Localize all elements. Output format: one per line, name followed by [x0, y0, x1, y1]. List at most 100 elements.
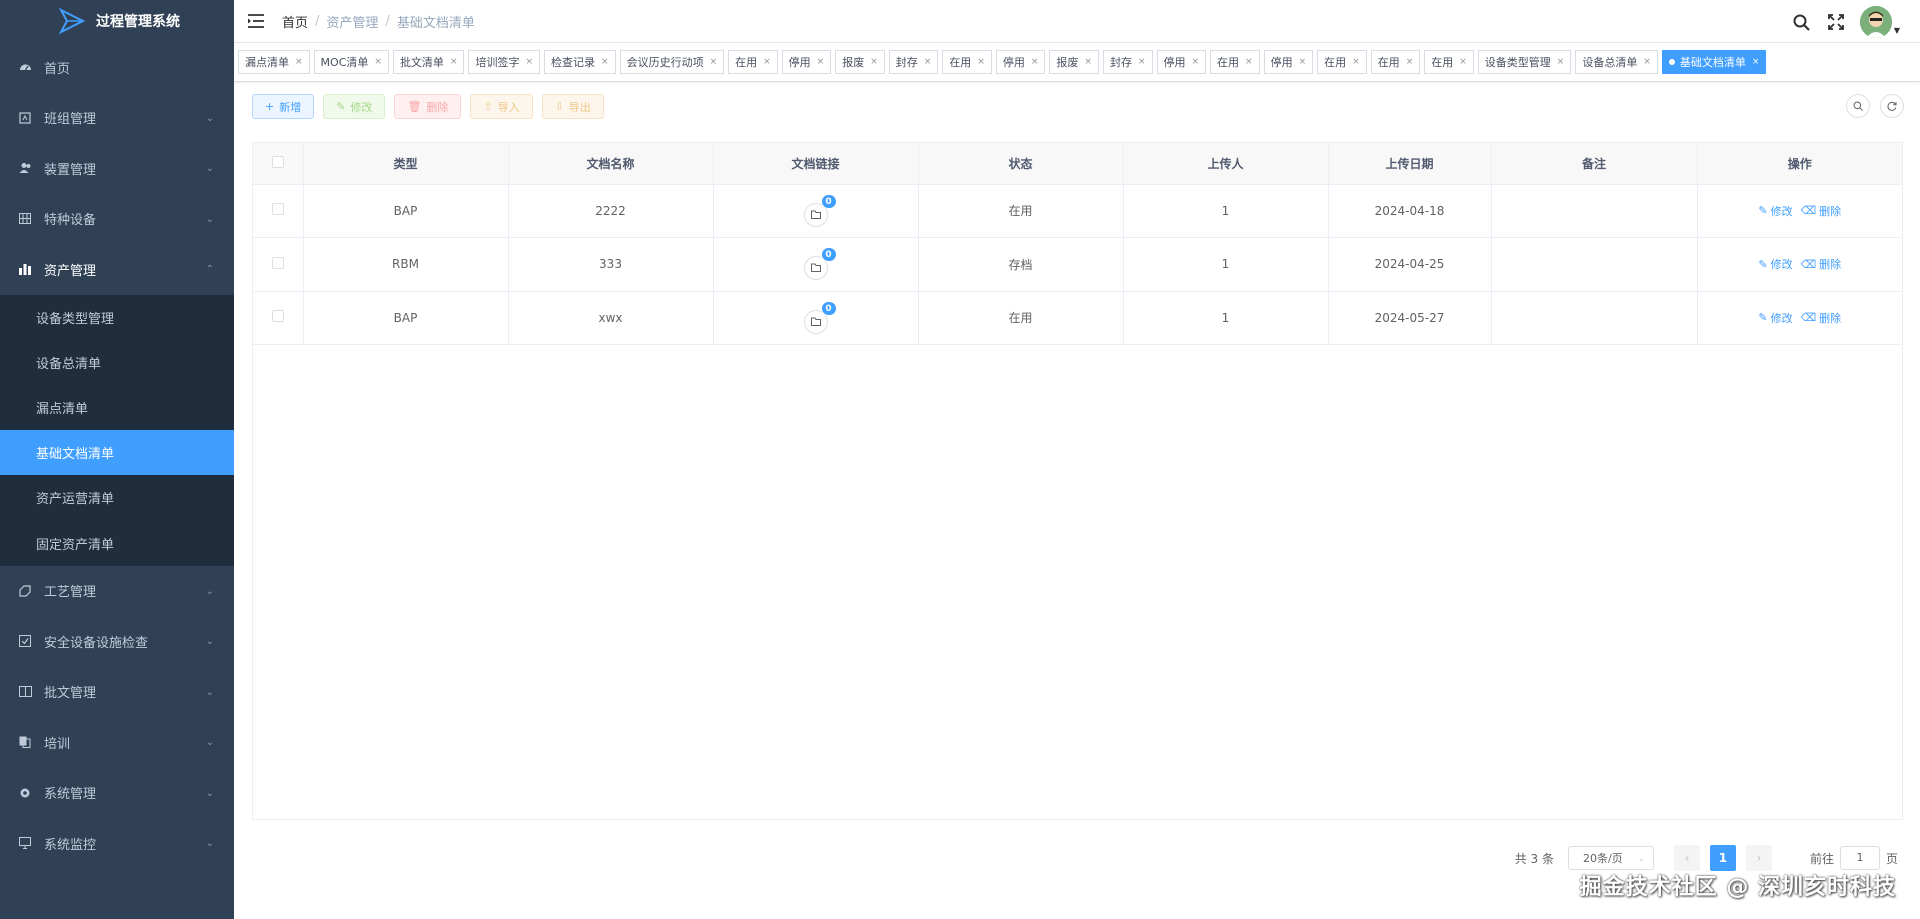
- row-checkbox[interactable]: [271, 310, 284, 323]
- close-icon[interactable]: ×: [977, 57, 985, 67]
- tag-item[interactable]: 设备类型管理 ×: [1477, 50, 1572, 74]
- close-icon[interactable]: ×: [601, 57, 609, 67]
- row-select-cell[interactable]: [253, 184, 304, 238]
- add-button[interactable]: + 新增: [252, 94, 315, 119]
- tag-item[interactable]: MOC清单 ×: [313, 50, 389, 74]
- sidebar-item-device[interactable]: 装置管理 ⌄: [0, 143, 234, 194]
- close-icon[interactable]: ×: [1192, 57, 1200, 67]
- close-icon[interactable]: ×: [295, 57, 303, 67]
- row-select-cell[interactable]: [253, 237, 304, 292]
- sidebar-item-home[interactable]: 首页: [0, 42, 234, 93]
- sidebar-item-monitor[interactable]: 系统监控 ⌄: [0, 818, 234, 869]
- page-number-button[interactable]: 1: [1709, 845, 1736, 871]
- tag-item[interactable]: 在用 ×: [1317, 50, 1367, 74]
- export-button[interactable]: ⇩ 导出: [541, 94, 604, 119]
- close-icon[interactable]: ×: [450, 57, 458, 67]
- tag-item[interactable]: 在用 ×: [1424, 50, 1474, 74]
- refresh-button[interactable]: [1880, 94, 1904, 118]
- row-edit-link[interactable]: ✎ 修改: [1758, 203, 1792, 219]
- row-delete-link[interactable]: ⌫ 删除: [1801, 203, 1842, 219]
- row-delete-link[interactable]: ⌫ 删除: [1801, 256, 1842, 272]
- tag-item[interactable]: 在用 ×: [1370, 50, 1421, 74]
- tag-item[interactable]: 检查记录 ×: [544, 50, 616, 74]
- tag-item[interactable]: 批文清单 ×: [392, 50, 465, 74]
- close-icon[interactable]: ×: [1406, 57, 1414, 67]
- caret-down-icon[interactable]: ▼: [1894, 26, 1900, 35]
- row-select-cell[interactable]: [253, 291, 304, 345]
- row-checkbox[interactable]: [271, 256, 284, 269]
- sidebar-item-asset[interactable]: 资产管理 ⌃: [0, 244, 234, 295]
- tag-item[interactable]: 报废 ×: [835, 50, 885, 74]
- tag-item[interactable]: 在用 ×: [1210, 50, 1260, 74]
- avatar[interactable]: [1859, 6, 1892, 38]
- search-icon[interactable]: [1792, 12, 1812, 32]
- close-icon[interactable]: ×: [1138, 57, 1146, 67]
- row-checkbox[interactable]: [271, 203, 284, 216]
- close-icon[interactable]: ×: [817, 57, 825, 67]
- tag-item[interactable]: 封存 ×: [888, 50, 939, 74]
- sidebar-item-process[interactable]: 工艺管理 ⌄: [0, 566, 234, 617]
- close-icon[interactable]: ×: [763, 57, 771, 67]
- close-icon[interactable]: ×: [1352, 57, 1360, 67]
- table-row[interactable]: RBM 333 0 存档 1 2024-04-25 ✎ 修改 ⌫ 删除: [253, 237, 1902, 292]
- sidebar-item-team[interactable]: 班组管理 ⌄: [0, 93, 234, 144]
- tag-item[interactable]: 在用 ×: [728, 50, 778, 74]
- delete-button[interactable]: 🗑 删除: [394, 94, 462, 119]
- prev-page-button[interactable]: ‹: [1673, 845, 1700, 871]
- tag-item[interactable]: 在用 ×: [942, 50, 992, 74]
- doc-link-button[interactable]: 0: [803, 300, 837, 334]
- sidebar-item-asset-ops[interactable]: 资产运营清单: [0, 475, 234, 520]
- tag-item[interactable]: 会议历史行动项 ×: [619, 50, 725, 74]
- close-icon[interactable]: ×: [924, 57, 932, 67]
- close-icon[interactable]: ×: [374, 57, 382, 67]
- tag-item[interactable]: 设备总清单 ×: [1575, 50, 1658, 74]
- row-delete-link[interactable]: ⌫ 删除: [1801, 310, 1842, 326]
- close-icon[interactable]: ×: [1031, 57, 1039, 67]
- goto-page-input[interactable]: 1: [1839, 846, 1880, 870]
- sidebar-item-fixed-asset[interactable]: 固定资产清单: [0, 520, 234, 565]
- tag-item[interactable]: 培训签字 ×: [468, 50, 541, 74]
- tag-item[interactable]: 停用 ×: [995, 50, 1046, 74]
- hamburger-icon[interactable]: [248, 14, 264, 28]
- tag-item[interactable]: 停用 ×: [1263, 50, 1314, 74]
- sidebar-item-special-equipment[interactable]: 特种设备 ⌄: [0, 194, 234, 245]
- close-icon[interactable]: ×: [710, 57, 718, 67]
- doc-link-button[interactable]: 0: [803, 193, 837, 227]
- close-icon[interactable]: ×: [1643, 57, 1651, 67]
- tag-item[interactable]: 封存 ×: [1102, 50, 1153, 74]
- search-toggle-button[interactable]: [1846, 94, 1870, 118]
- select-all-checkbox[interactable]: [271, 155, 284, 168]
- sidebar-item-device-list[interactable]: 设备总清单: [0, 340, 234, 385]
- close-icon[interactable]: ×: [1084, 57, 1092, 67]
- next-page-button[interactable]: ›: [1745, 845, 1772, 871]
- breadcrumb-home[interactable]: 首页: [282, 12, 308, 31]
- sidebar-item-leak-list[interactable]: 漏点清单: [0, 385, 234, 430]
- select-all-cell[interactable]: [253, 143, 304, 185]
- sidebar-item-system[interactable]: 系统管理 ⌄: [0, 768, 234, 819]
- table-row[interactable]: BAP xwx 0 在用 1 2024-05-27 ✎ 修改 ⌫ 删除: [253, 291, 1902, 345]
- close-icon[interactable]: ×: [1557, 57, 1565, 67]
- close-icon[interactable]: ×: [525, 57, 533, 67]
- close-icon[interactable]: ×: [1752, 57, 1760, 67]
- close-icon[interactable]: ×: [1299, 57, 1307, 67]
- sidebar-item-safety-check[interactable]: 安全设备设施检查 ⌄: [0, 616, 234, 667]
- tag-item[interactable]: 停用 ×: [1156, 50, 1207, 74]
- sidebar-item-approval[interactable]: 批文管理 ⌄: [0, 667, 234, 718]
- tag-item[interactable]: 漏点清单 ×: [238, 50, 310, 74]
- tag-item[interactable]: 基础文档清单 ×: [1661, 50, 1767, 74]
- doc-link-button[interactable]: 0: [803, 247, 837, 281]
- sidebar-item-training[interactable]: 培训 ⌄: [0, 717, 234, 768]
- table-row[interactable]: BAP 2222 0 在用 1 2024-04-18 ✎ 修改 ⌫ 删除: [253, 184, 1902, 238]
- tag-item[interactable]: 停用 ×: [781, 50, 832, 74]
- import-button[interactable]: ⇧ 导入: [470, 94, 533, 119]
- fullscreen-icon[interactable]: [1826, 12, 1846, 32]
- close-icon[interactable]: ×: [1245, 57, 1253, 67]
- close-icon[interactable]: ×: [1459, 57, 1467, 67]
- row-edit-link[interactable]: ✎ 修改: [1758, 310, 1792, 326]
- sidebar-item-base-docs[interactable]: 基础文档清单: [0, 430, 234, 476]
- sidebar-item-device-type[interactable]: 设备类型管理: [0, 295, 234, 340]
- close-icon[interactable]: ×: [870, 57, 878, 67]
- row-edit-link[interactable]: ✎ 修改: [1758, 256, 1792, 272]
- app-logo[interactable]: 过程管理系统: [0, 0, 234, 42]
- tag-item[interactable]: 报废 ×: [1049, 50, 1099, 74]
